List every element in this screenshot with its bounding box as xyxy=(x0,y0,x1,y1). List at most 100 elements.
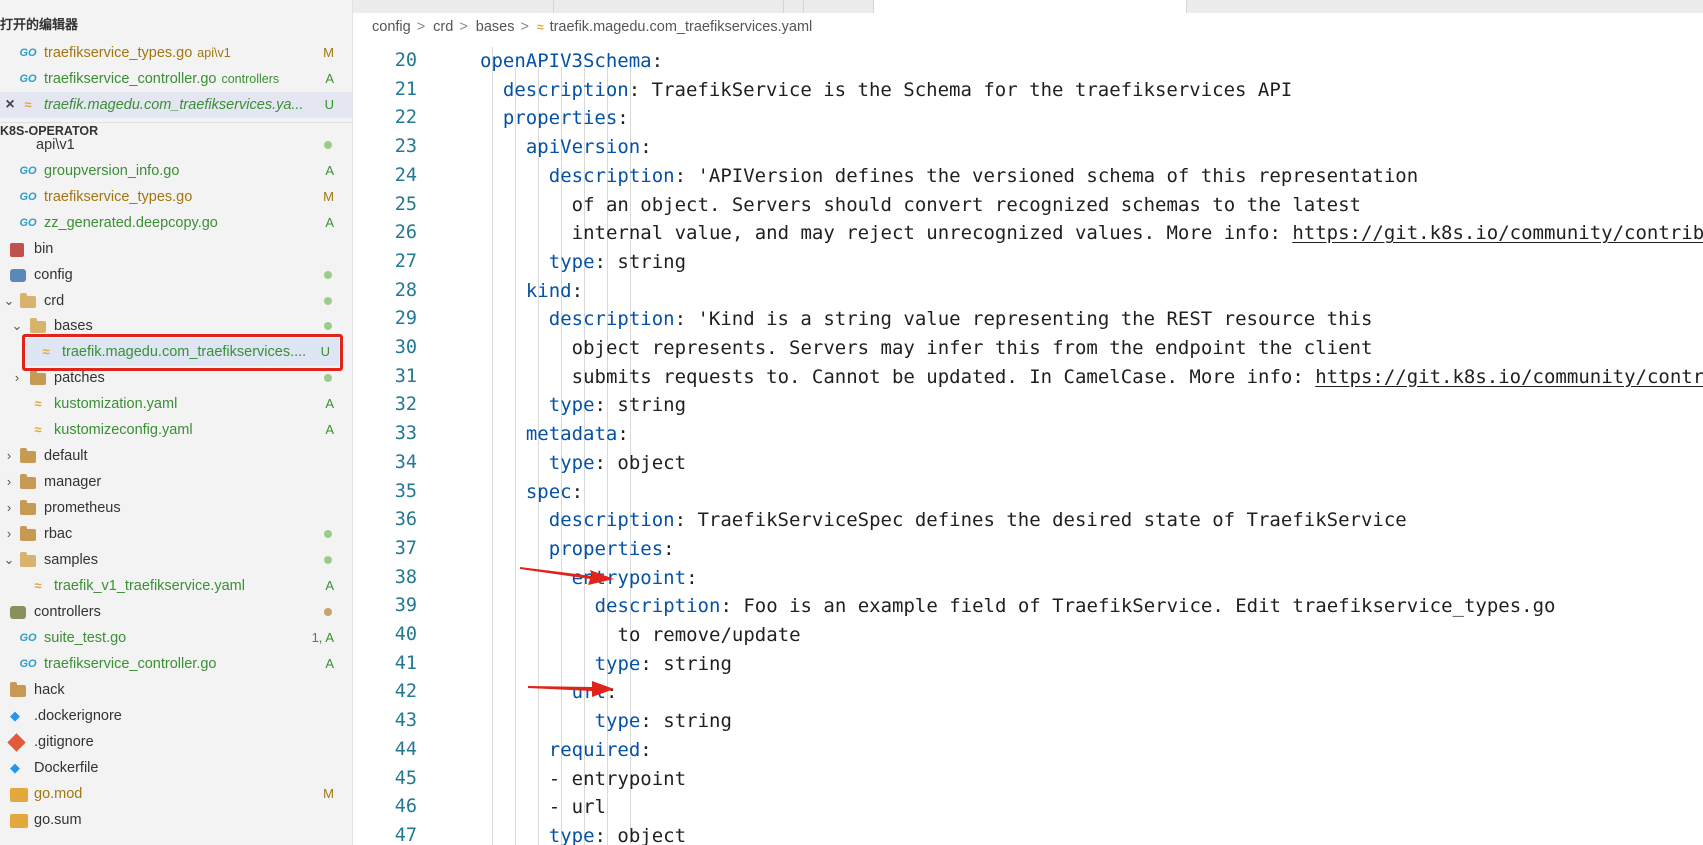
code-line[interactable]: 46 - url xyxy=(353,793,1703,822)
yaml-colon: : xyxy=(594,394,606,417)
breadcrumb-item-crd[interactable]: crd xyxy=(433,19,453,35)
tree-item[interactable]: GO traefikservice_types.go M xyxy=(0,184,352,210)
open-editor-item[interactable]: GO traefikservice_types.go api\v1 M xyxy=(0,40,352,66)
tree-item[interactable]: GO traefikservice_controller.go A xyxy=(0,651,352,677)
chevron-right-icon[interactable]: › xyxy=(2,521,16,547)
code-text: type: object xyxy=(549,822,686,845)
tree-item-label: api\v1 xyxy=(36,137,75,153)
line-number: 26 xyxy=(394,222,417,244)
code-line[interactable]: 24 description: 'APIVersion defines the v… xyxy=(353,162,1703,191)
code-line[interactable]: 34 type: object xyxy=(353,449,1703,478)
tree-item[interactable]: ◆ .dockerignore xyxy=(0,703,352,729)
go-file-icon: GO xyxy=(19,165,37,177)
code-editor[interactable]: 20 openAPIV3Schema: 21 description: Traefik… xyxy=(353,47,1703,845)
yaml-value: Foo is an example field of TraefikServic… xyxy=(731,595,1556,618)
yaml-colon: : xyxy=(617,107,629,130)
status-dot xyxy=(324,297,332,305)
code-line[interactable]: 33 metadata: xyxy=(353,420,1703,449)
code-line[interactable]: 21 description: TraefikService is the Sch… xyxy=(353,76,1703,105)
tree-item[interactable]: ⌄ crd xyxy=(0,288,352,314)
yaml-colon: : xyxy=(674,308,687,331)
breadcrumb-item-bases[interactable]: bases xyxy=(476,19,515,35)
code-line[interactable]: 47 type: object xyxy=(353,822,1703,845)
code-line[interactable]: 30 object represents. Servers may infer t… xyxy=(353,334,1703,363)
tree-item[interactable]: controllers xyxy=(0,599,352,625)
close-icon[interactable]: × xyxy=(0,92,20,118)
code-line[interactable]: 41 type: string xyxy=(353,650,1703,679)
chevron-right-icon[interactable]: › xyxy=(2,495,16,521)
yaml-value: string xyxy=(605,394,687,417)
code-line[interactable]: 29 description: 'Kind is a string value r… xyxy=(353,305,1703,334)
code-line[interactable]: 35 spec: xyxy=(353,478,1703,507)
code-line[interactable]: 20 openAPIV3Schema: xyxy=(353,47,1703,76)
url-link[interactable]: https://git.k8s.io/community/contributor… xyxy=(1315,366,1703,388)
tree-item-label: zz_generated.deepcopy.go xyxy=(44,215,218,231)
code-line[interactable]: 27 type: string xyxy=(353,248,1703,277)
tree-item[interactable]: › manager xyxy=(0,469,352,495)
tree-item[interactable]: › default xyxy=(0,443,352,469)
tree-item[interactable]: bin xyxy=(0,236,352,262)
tab-yaml-active[interactable] xyxy=(873,0,1187,13)
git-status-badge: A xyxy=(325,396,334,411)
chevron-down-icon[interactable]: ⌄ xyxy=(2,288,16,314)
code-line[interactable]: 44 required: xyxy=(353,736,1703,765)
breadcrumb-item-config[interactable]: config xyxy=(372,19,411,35)
tree-item[interactable]: ≈ kustomizeconfig.yaml A xyxy=(0,417,352,443)
code-line[interactable]: 25 of an object. Servers should convert r… xyxy=(353,191,1703,220)
yaml-key: description xyxy=(594,595,721,618)
tree-item[interactable]: ≈ kustomization.yaml A xyxy=(0,391,352,417)
open-editors-title[interactable]: 打开的编辑器 xyxy=(0,15,78,35)
code-line[interactable]: 40 to remove/update xyxy=(353,621,1703,650)
url-link[interactable]: https://git.k8s.io/community/contributor… xyxy=(1292,222,1703,244)
open-editor-item[interactable]: GO traefikservice_controller.go controller… xyxy=(0,66,352,92)
line-number: 22 xyxy=(394,107,417,129)
yaml-key: type xyxy=(548,394,595,417)
code-line[interactable]: 31 submits requests to. Cannot be updated… xyxy=(353,363,1703,392)
tree-item-label: default xyxy=(44,448,88,464)
code-line[interactable]: 39 description: Foo is an example field o… xyxy=(353,592,1703,621)
tree-item[interactable]: ⌄ samples xyxy=(0,547,352,573)
tree-item[interactable]: ◆ Dockerfile xyxy=(0,755,352,781)
code-line[interactable]: 26 internal value, and may reject unrecog… xyxy=(353,219,1703,248)
yaml-key: apiVersion xyxy=(525,136,641,159)
chevron-right-icon[interactable]: › xyxy=(2,469,16,495)
tree-item[interactable]: config xyxy=(0,262,352,288)
tree-item[interactable]: .gitignore xyxy=(0,729,352,755)
code-line[interactable]: 22 properties: xyxy=(353,104,1703,133)
tree-item[interactable]: api\v1 xyxy=(0,132,352,158)
status-dot xyxy=(324,141,332,149)
code-line[interactable]: 23 apiVersion: xyxy=(353,133,1703,162)
chevron-down-icon[interactable]: ⌄ xyxy=(2,547,16,573)
annotation-arrow-entrypoint xyxy=(520,567,614,585)
code-line[interactable]: 37 properties: xyxy=(353,535,1703,564)
git-status-badge: A xyxy=(325,71,334,86)
code-line[interactable]: 32 type: string xyxy=(353,391,1703,420)
go-icon: GO xyxy=(19,73,37,85)
git-status-badge: A xyxy=(325,578,334,593)
tree-item[interactable]: GO suite_test.go 1, A xyxy=(0,625,352,651)
line-number: 45 xyxy=(394,767,417,789)
tree-item[interactable]: hack xyxy=(0,677,352,703)
tree-item[interactable]: go.mod M xyxy=(0,781,352,807)
yaml-colon: : xyxy=(594,250,606,273)
breadcrumb-file[interactable]: traefik.magedu.com_traefikservices.yaml xyxy=(550,19,813,35)
tree-item[interactable]: › rbac xyxy=(0,521,352,547)
tree-item[interactable]: GO groupversion_info.go A xyxy=(0,158,352,184)
yaml-key: type xyxy=(594,710,641,733)
open-editor-item[interactable]: × ≈ traefik.magedu.com_traefikservices.ya.… xyxy=(0,92,352,118)
line-number: 39 xyxy=(394,595,417,617)
tree-item[interactable]: ≈ traefik_v1_traefikservice.yaml A xyxy=(0,573,352,599)
tree-item[interactable]: › prometheus xyxy=(0,495,352,521)
code-line[interactable]: 36 description: TraefikServiceSpec define… xyxy=(353,506,1703,535)
code-text: internal value, and may reject unrecogni… xyxy=(572,219,1703,248)
yaml-value: of an object. Servers should convert rec… xyxy=(571,193,1361,216)
git-icon xyxy=(7,733,26,752)
code-line[interactable]: 43 type: string xyxy=(353,707,1703,736)
chevron-right-icon[interactable]: › xyxy=(2,443,16,469)
code-line[interactable]: 45 - entrypoint xyxy=(353,765,1703,794)
tab-types[interactable] xyxy=(353,0,554,13)
tab-controller[interactable] xyxy=(553,0,784,13)
tree-item[interactable]: GO zz_generated.deepcopy.go A xyxy=(0,210,352,236)
code-line[interactable]: 28 kind: xyxy=(353,277,1703,306)
tree-item[interactable]: go.sum xyxy=(0,807,352,833)
